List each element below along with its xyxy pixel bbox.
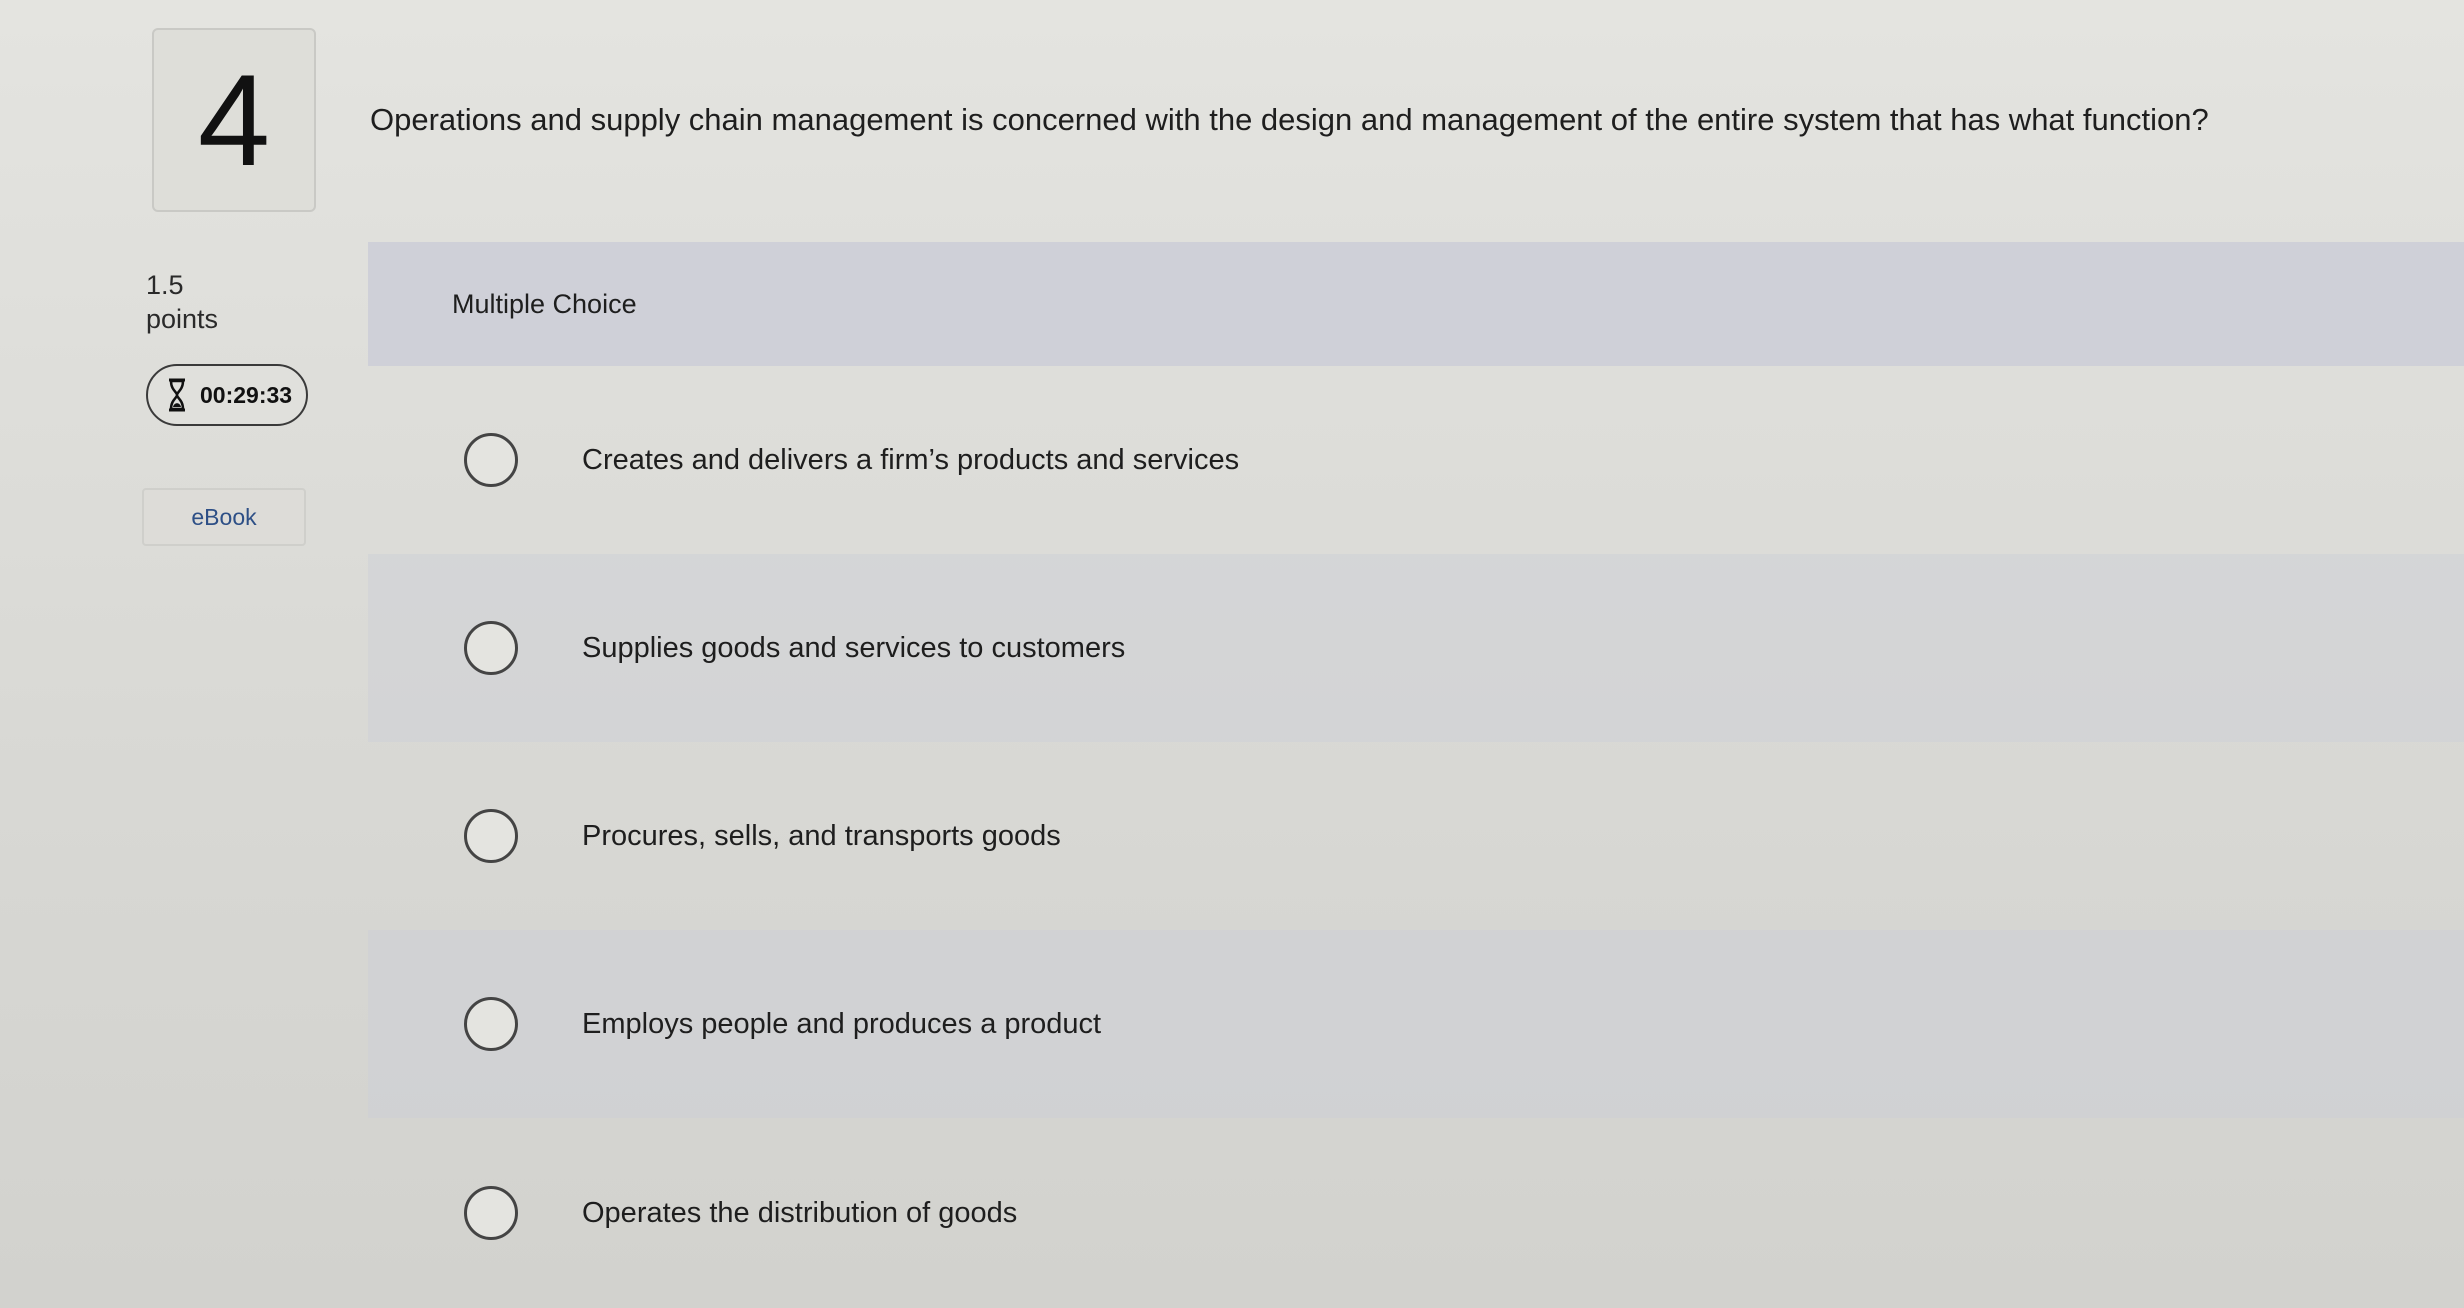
- choice-option[interactable]: Employs people and produces a product: [368, 930, 2464, 1118]
- timer-value: 00:29:33: [200, 381, 293, 408]
- choice-option[interactable]: Supplies goods and services to customers: [368, 554, 2464, 742]
- radio-button[interactable]: [464, 997, 518, 1051]
- question-number: 4: [152, 28, 316, 212]
- question-type-header: Multiple Choice: [368, 242, 2464, 366]
- choice-option[interactable]: Procures, sells, and transports goods: [368, 742, 2464, 930]
- choice-label: Procures, sells, and transports goods: [582, 819, 1061, 852]
- choice-option[interactable]: Creates and delivers a firm’s products a…: [368, 366, 2464, 554]
- question-type-label: Multiple Choice: [452, 288, 637, 319]
- question-sidebar: 4 1.5 points 00:29:33 eBook: [0, 0, 360, 1308]
- choice-option[interactable]: Operates the distribution of goods: [368, 1118, 2464, 1308]
- ebook-button[interactable]: eBook: [142, 488, 306, 546]
- choice-label: Operates the distribution of goods: [582, 1196, 1018, 1229]
- choice-label: Employs people and produces a product: [582, 1007, 1102, 1040]
- question-text: Operations and supply chain management i…: [370, 102, 2209, 137]
- points-value: 1.5: [146, 270, 184, 300]
- choice-label: Creates and delivers a firm’s products a…: [582, 443, 1240, 476]
- radio-button[interactable]: [464, 621, 518, 675]
- hourglass-icon: [169, 378, 185, 412]
- points-info: 1.5 points: [146, 268, 218, 336]
- answer-choices: Creates and delivers a firm’s products a…: [368, 366, 2464, 1308]
- timer-badge[interactable]: 00:29:33: [146, 364, 308, 426]
- radio-button[interactable]: [464, 1186, 518, 1240]
- points-label: points: [146, 304, 219, 334]
- radio-button[interactable]: [464, 809, 518, 863]
- radio-button[interactable]: [464, 433, 518, 487]
- ebook-label: eBook: [191, 503, 257, 530]
- choice-label: Supplies goods and services to customers: [582, 631, 1126, 664]
